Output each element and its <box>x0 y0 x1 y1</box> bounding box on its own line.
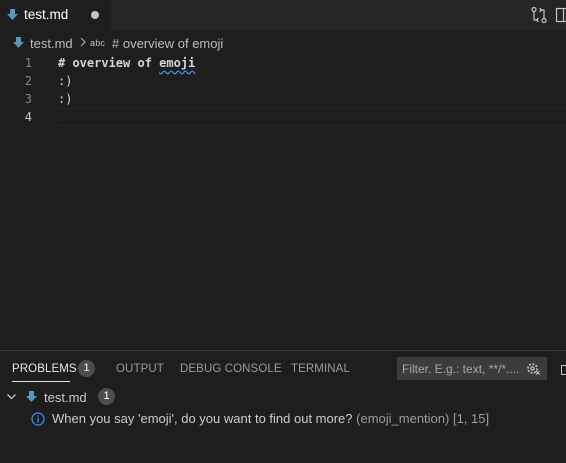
squiggle-word[interactable]: emoji <box>159 56 195 70</box>
line-number: 3 <box>24 92 32 106</box>
split-editor-icon[interactable] <box>555 6 566 24</box>
line-code: :) <box>58 74 73 88</box>
line-number: 1 <box>24 56 32 70</box>
file-problem-count-badge: 1 <box>98 388 115 405</box>
filter-input[interactable] <box>397 357 523 380</box>
open-changes-icon[interactable] <box>530 6 548 24</box>
problems-filter <box>397 357 547 380</box>
breadcrumb-file[interactable]: test.md <box>30 36 73 51</box>
line-number: 4 <box>24 110 32 124</box>
unsaved-dot-icon[interactable] <box>91 11 99 19</box>
markdown-icon <box>26 391 37 402</box>
editor-tab-test-md[interactable]: test.md <box>0 0 111 30</box>
breadcrumb: test.md abc # overview of emoji <box>0 30 566 54</box>
problem-position: [1, 15] <box>452 411 490 426</box>
chevron-right-icon <box>80 37 86 47</box>
problem-message: When you say 'emoji', do you want to fin… <box>52 411 353 426</box>
current-line-highlight <box>58 108 566 126</box>
chevron-down-icon[interactable] <box>6 391 17 402</box>
problem-source: (emoji_mention) <box>356 411 450 426</box>
problems-file-row[interactable]: test.md 1 <box>0 386 566 408</box>
breadcrumb-heading[interactable]: # overview of emoji <box>112 36 223 51</box>
tab-terminal[interactable]: TERMINAL <box>291 363 350 375</box>
line-code: :) <box>58 92 73 106</box>
editor-line: 2 :) <box>0 72 566 90</box>
info-icon <box>31 412 45 426</box>
markdown-icon <box>7 9 18 20</box>
editor-line: 3 :) <box>0 90 566 108</box>
editor-line: 1 # overview of emoji <box>0 54 566 72</box>
bottom-panel: PROBLEMS 1 OUTPUT DEBUG CONSOLE TERMINAL… <box>0 350 566 463</box>
heading-text: # overview of <box>58 56 160 70</box>
tab-title: test.md <box>24 7 69 22</box>
line-code: # overview of emoji <box>58 56 195 70</box>
tab-debug-console[interactable]: DEBUG CONSOLE <box>180 363 282 375</box>
line-number: 2 <box>24 74 32 88</box>
markdown-icon <box>13 37 24 48</box>
filter-settings-icon[interactable] <box>526 361 541 376</box>
collapse-all-icon[interactable] <box>561 365 566 375</box>
tab-output[interactable]: OUTPUT <box>116 363 164 375</box>
tab-problems[interactable]: PROBLEMS <box>12 363 77 375</box>
problem-text: When you say 'emoji', do you want to fin… <box>52 411 489 426</box>
problems-count-badge: 1 <box>78 360 95 377</box>
code-editor[interactable]: 1 # overview of emoji 2 :) 3 :) 4 <box>0 54 566 350</box>
problem-row[interactable]: When you say 'emoji', do you want to fin… <box>0 408 566 430</box>
string-symbol-icon: abc <box>90 38 106 48</box>
problems-file-name: test.md <box>44 390 87 405</box>
active-tab-indicator <box>12 381 70 382</box>
editor-line-current: 4 <box>0 108 566 126</box>
tab-bar: test.md <box>0 0 566 30</box>
